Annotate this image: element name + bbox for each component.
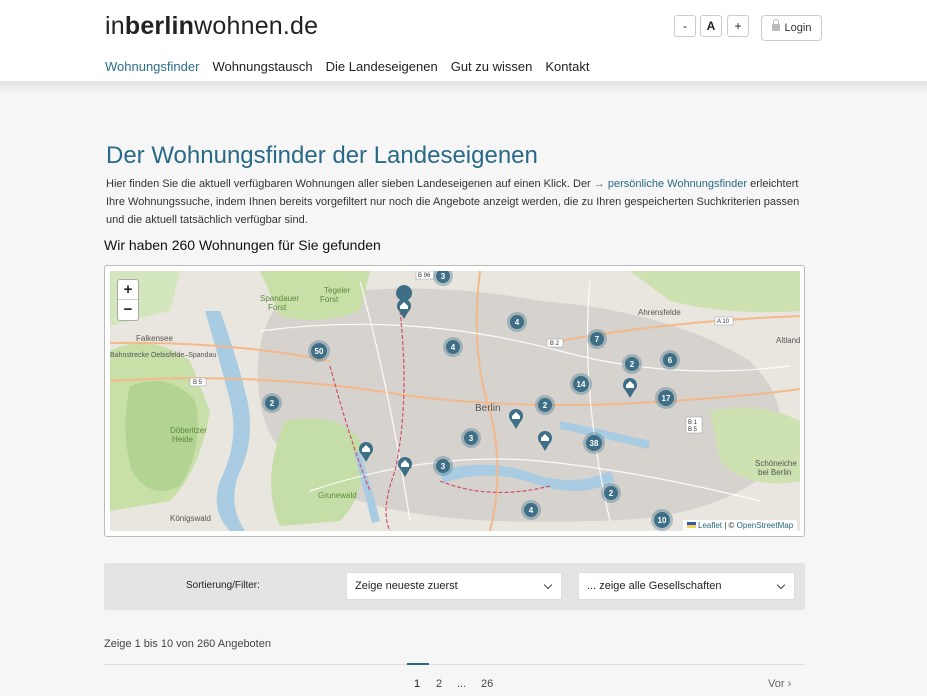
page-link-2[interactable]: 2 — [436, 678, 442, 690]
svg-text:2: 2 — [270, 399, 275, 408]
nav-item-gut-zu-wissen[interactable]: Gut zu wissen — [451, 59, 533, 74]
font-reset-button[interactable]: A — [700, 15, 722, 37]
ukraine-flag-icon — [687, 522, 696, 528]
svg-text:14: 14 — [577, 380, 586, 389]
leaflet-link[interactable]: Leaflet — [698, 521, 722, 530]
cluster-marker[interactable]: 4 — [507, 312, 527, 332]
svg-text:4: 4 — [515, 318, 520, 327]
svg-text:Döberitzer: Döberitzer — [170, 426, 207, 435]
svg-text:A 10: A 10 — [717, 319, 730, 325]
next-page-button[interactable]: Vor › — [768, 678, 791, 690]
page-link-26[interactable]: 26 — [481, 678, 493, 690]
svg-text:Heide: Heide — [172, 435, 193, 444]
zoom-in-button[interactable]: + — [118, 280, 138, 300]
header-shadow — [0, 82, 927, 94]
svg-text:Königswald: Königswald — [170, 514, 211, 523]
osm-link[interactable]: OpenStreetMap — [737, 521, 793, 530]
results-found-heading: Wir haben 260 Wohnungen für Sie gefunden — [104, 237, 381, 253]
cluster-marker[interactable]: 7 — [587, 329, 607, 349]
cluster-marker[interactable]: 38 — [583, 432, 605, 454]
cluster-marker[interactable]: 3 — [433, 456, 453, 476]
cluster-marker[interactable]: 4 — [521, 500, 541, 520]
lock-icon — [771, 19, 780, 31]
svg-text:Berlin: Berlin — [475, 403, 501, 414]
cluster-marker[interactable]: 14 — [570, 373, 592, 395]
map-zoom-control: + − — [117, 279, 139, 321]
nav-item-wohnungsfinder[interactable]: Wohnungsfinder — [105, 59, 199, 74]
chevron-down-icon — [776, 580, 786, 590]
svg-text:4: 4 — [451, 343, 456, 352]
page-link-1[interactable]: 1 — [414, 678, 420, 690]
nav-item-landeseigenen[interactable]: Die Landeseigenen — [326, 59, 438, 74]
svg-text:Altland: Altland — [776, 336, 800, 345]
svg-text:Schöneiche: Schöneiche — [755, 459, 797, 468]
svg-text:B 96: B 96 — [418, 273, 431, 279]
nav-item-wohnungstausch[interactable]: Wohnungstausch — [212, 59, 312, 74]
zoom-out-button[interactable]: − — [118, 300, 138, 320]
cluster-marker[interactable]: 6 — [660, 350, 680, 370]
svg-text:Grunewald: Grunewald — [318, 491, 357, 500]
svg-text:2: 2 — [630, 360, 635, 369]
nav-item-kontakt[interactable]: Kontakt — [545, 59, 589, 74]
svg-text:17: 17 — [662, 394, 671, 403]
site-logo[interactable]: inberlinwohnen.de — [105, 12, 318, 41]
svg-text:3: 3 — [469, 434, 474, 443]
cluster-marker[interactable]: 10 — [651, 509, 673, 531]
cluster-marker[interactable]: 2 — [535, 395, 555, 415]
svg-text:B 5: B 5 — [688, 427, 698, 433]
pagination-divider — [104, 664, 805, 665]
chevron-right-icon: › — [787, 678, 792, 690]
map-tiles[interactable]: Falkensee Berlin Ahrensfelde Altland Sch… — [110, 271, 800, 531]
svg-text:6: 6 — [668, 356, 673, 365]
cluster-marker[interactable]: 50 — [308, 340, 330, 362]
chevron-down-icon — [543, 580, 553, 590]
site-header: inberlinwohnen.de - A + Login Wohnungsfi… — [0, 0, 927, 82]
main-nav: Wohnungsfinder Wohnungstausch Die Landes… — [105, 59, 589, 74]
svg-text:B 2: B 2 — [550, 341, 560, 347]
cluster-marker[interactable]: 2 — [622, 354, 642, 374]
cluster-marker[interactable]: 2 — [262, 393, 282, 413]
apartment-map[interactable]: Falkensee Berlin Ahrensfelde Altland Sch… — [104, 265, 805, 537]
svg-text:2: 2 — [543, 401, 548, 410]
svg-text:3: 3 — [441, 272, 446, 281]
svg-text:Forst: Forst — [268, 303, 287, 312]
login-button[interactable]: Login — [761, 15, 822, 41]
svg-text:bei Berlin: bei Berlin — [758, 468, 791, 477]
cluster-marker[interactable]: 3 — [461, 428, 481, 448]
page-title: Der Wohnungsfinder der Landeseigenen — [106, 142, 538, 169]
svg-text:38: 38 — [590, 439, 599, 448]
svg-text:Ahrensfelde: Ahrensfelde — [638, 308, 681, 317]
svg-text:10: 10 — [658, 516, 667, 525]
cluster-marker[interactable]: 4 — [443, 337, 463, 357]
company-select[interactable]: ... zeige alle Gesellschaften — [578, 572, 795, 600]
svg-text:7: 7 — [595, 335, 600, 344]
map-attribution: Leaflet | © OpenStreetMap — [683, 520, 798, 531]
font-decrease-button[interactable]: - — [674, 15, 696, 37]
results-count: Zeige 1 bis 10 von 260 Angeboten — [104, 638, 271, 650]
filter-label: Sortierung/Filter: — [186, 580, 260, 591]
svg-text:4: 4 — [529, 506, 534, 515]
svg-text:B 1: B 1 — [688, 420, 698, 426]
svg-text:3: 3 — [441, 462, 446, 471]
svg-text:Falkensee: Falkensee — [136, 334, 173, 343]
svg-text:50: 50 — [315, 347, 324, 356]
pagination-active-indicator — [407, 663, 429, 665]
svg-text:2: 2 — [609, 489, 614, 498]
page-ellipsis: ... — [457, 678, 467, 690]
svg-text:Forst: Forst — [320, 295, 339, 304]
cluster-marker[interactable]: 2 — [601, 483, 621, 503]
svg-text:B 5: B 5 — [193, 380, 203, 386]
svg-text:Spandauer: Spandauer — [260, 294, 299, 303]
svg-text:Tegeler: Tegeler — [324, 286, 351, 295]
sort-select[interactable]: Zeige neueste zuerst — [346, 572, 562, 600]
cluster-marker[interactable]: 17 — [655, 387, 677, 409]
personal-finder-link[interactable]: → persönliche Wohnungsfinder — [594, 178, 747, 190]
intro-text: Hier finden Sie die aktuell verfügbaren … — [106, 178, 800, 226]
font-increase-button[interactable]: + — [727, 15, 749, 37]
svg-text:Bahnstrecke Oebisfelde–Spandau: Bahnstrecke Oebisfelde–Spandau — [110, 352, 216, 359]
